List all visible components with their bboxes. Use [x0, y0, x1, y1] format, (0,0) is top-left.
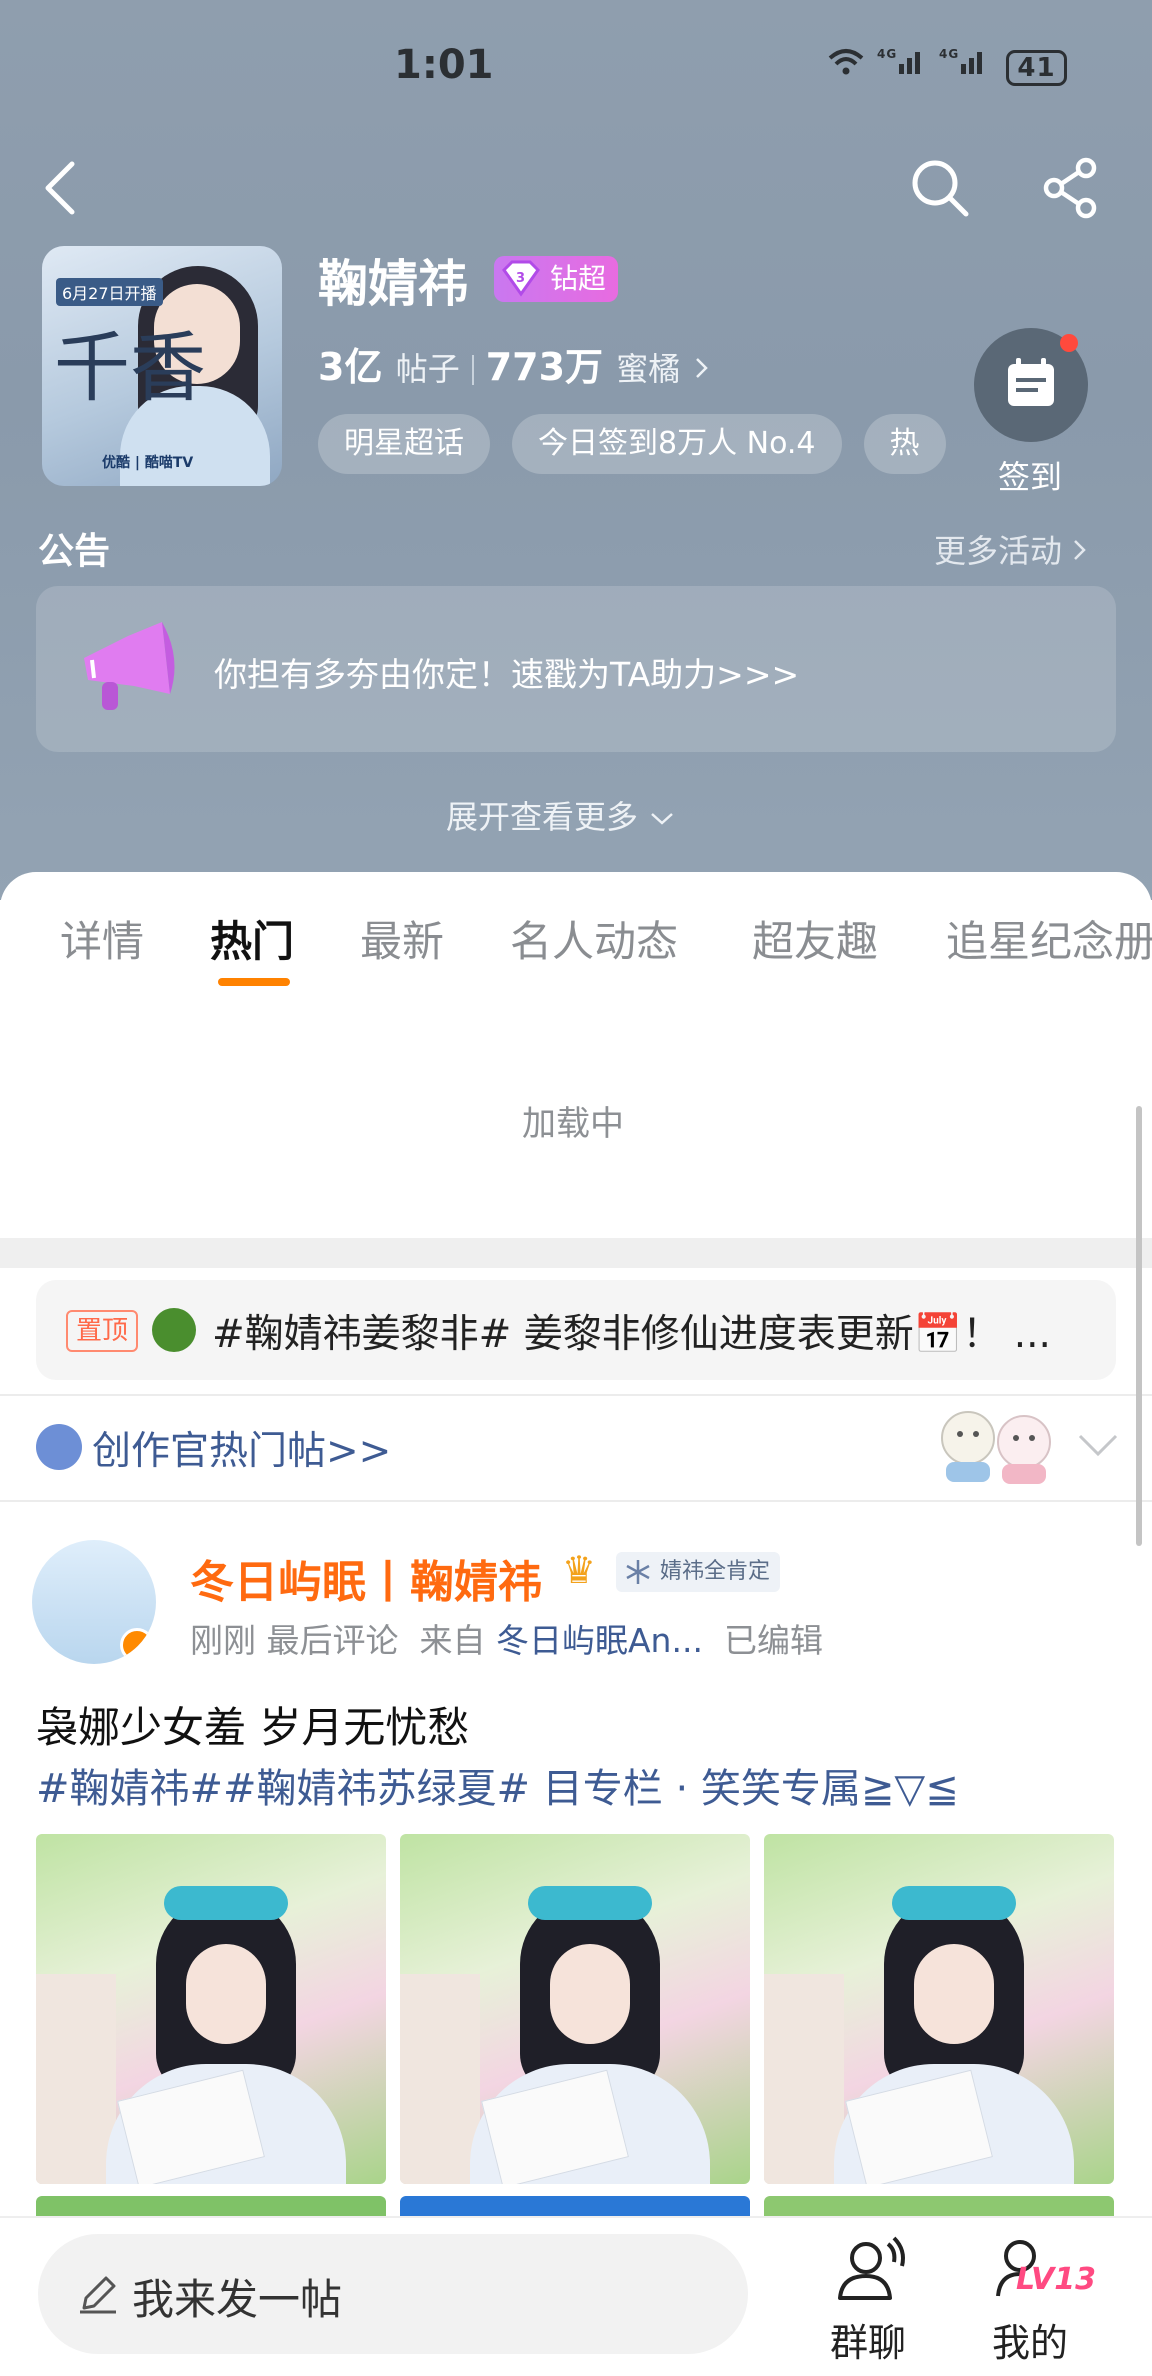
scrollbar[interactable] [1136, 1106, 1142, 1546]
post-author[interactable]: 冬日屿眠丨鞠婧祎 [190, 1546, 542, 1610]
notification-dot [1060, 334, 1078, 352]
search-button[interactable] [908, 156, 972, 224]
divider [0, 1394, 1152, 1396]
notice-title: 公告 [38, 531, 111, 572]
collapse-button[interactable] [1076, 1430, 1120, 1464]
post-title[interactable]: 袅娜少女羞 岁月无忧愁 [36, 1694, 469, 1755]
svg-text:4G: 4G [877, 47, 897, 61]
divider [0, 1500, 1152, 1502]
loading-text: 加载中 [522, 1104, 624, 1144]
tab-bar: 详情 热门 最新 名人动态 超友趣 追星纪念册 [0, 908, 1152, 968]
compose-placeholder: 我来发一帖 [132, 2275, 343, 2324]
post-image[interactable] [400, 1834, 750, 2184]
post-time: 刚刚 [190, 1621, 256, 1660]
verified-icon [120, 1628, 154, 1662]
expand-more-button[interactable]: 展开查看更多 [446, 792, 676, 838]
pinned-text: #鞠婧祎姜黎非# 姜黎非修仙进度表更新📅！ ... [212, 1312, 1051, 1357]
tag-star-topic[interactable]: 明星超话 [318, 414, 490, 474]
more-activities-link[interactable]: 更多活动 [934, 526, 1088, 572]
pencil-icon [76, 2272, 120, 2320]
tab-details[interactable]: 详情 [60, 908, 144, 968]
crown-icon: ♛ [562, 1548, 597, 1592]
svg-text:4G: 4G [939, 47, 959, 61]
group-chat-label[interactable]: 群聊 [830, 2312, 906, 2367]
post-image[interactable] [764, 1834, 1114, 2184]
tab-latest[interactable]: 最新 [360, 908, 444, 968]
pinned-badge: 置顶 [66, 1310, 139, 1352]
status-time: 1:01 [394, 42, 494, 88]
tag-row: 明星超话 今日签到8万人 No.4 热 [318, 414, 946, 474]
edited-label: 已编辑 [723, 1621, 823, 1660]
signal-icon-2: 4G [939, 47, 982, 74]
search-icon [912, 160, 969, 217]
post-image[interactable] [764, 2196, 1114, 2216]
tab-super-fun[interactable]: 超友趣 [752, 908, 878, 968]
from-label: 来自 [419, 1621, 486, 1660]
avatar[interactable] [32, 1540, 156, 1664]
fans-count: 773万 [485, 345, 604, 389]
mine-label[interactable]: 我的 [992, 2312, 1068, 2367]
chevron-down-icon [651, 813, 674, 825]
supertopic-cover-image[interactable]: 6月27日开播 千香 优酷 | 酷喵TV [42, 246, 282, 486]
chevron-left-icon [45, 161, 75, 215]
bear-sticker-icon [928, 1398, 1068, 1488]
fan-title-label: 婧祎全肯定 [660, 1559, 771, 1584]
diamond-badge[interactable]: 3 钻超 [494, 256, 619, 302]
expand-label: 展开查看更多 [446, 798, 639, 836]
chevron-right-icon [695, 358, 708, 378]
notice-text: 你担有多夯由你定！速戳为TA助力>>> [214, 655, 800, 694]
status-icons: 4G 4G 41 [826, 46, 1067, 86]
cover-calligraphy: 千香 [54, 323, 206, 412]
more-activities-label: 更多活动 [934, 532, 1063, 570]
share-icon [1043, 157, 1097, 219]
group-chat-icon[interactable] [830, 2232, 910, 2316]
last-comment-label: 最后评论 [266, 1621, 399, 1660]
checkin-label: 签到 [998, 458, 1063, 496]
fan-title-tag[interactable]: 婧祎全肯定 [616, 1552, 781, 1592]
tab-hot[interactable]: 热门 [210, 908, 294, 968]
active-tab-indicator [218, 978, 290, 986]
share-button[interactable] [1040, 156, 1104, 224]
post-image[interactable] [400, 2196, 750, 2216]
post-image[interactable] [36, 1834, 386, 2184]
level-badge: LV13 [1016, 2262, 1096, 2297]
back-button[interactable] [40, 160, 80, 220]
post-source[interactable]: 冬日屿眠An... [496, 1621, 703, 1660]
tag-checkin-rank[interactable]: 今日签到8万人 No.4 [512, 414, 842, 474]
post-hashtags[interactable]: #鞠婧祎##鞠婧祎苏绿夏# 目专栏 · 笑笑专属≧▽≦ [36, 1756, 959, 1814]
diamond-icon: 3 [502, 260, 540, 297]
section-divider [0, 1238, 1152, 1268]
supertopic-title: 鞠婧祎 [318, 255, 468, 313]
chevron-down-icon [1078, 1434, 1118, 1457]
cover-brand-text: 优酷 | 酷喵TV [102, 455, 194, 471]
tree-icon [152, 1308, 196, 1352]
post-image[interactable] [36, 2196, 386, 2216]
tab-celebrity-updates[interactable]: 名人动态 [510, 908, 678, 968]
creator-badge-icon [36, 1424, 82, 1470]
chevron-right-icon [1074, 540, 1086, 560]
badge-label: 钻超 [550, 262, 607, 295]
creator-hot-posts-link[interactable]: 创作官热门帖>> [92, 1420, 391, 1476]
tag-hot[interactable]: 热 [863, 414, 946, 474]
signal-icon: 4G [877, 47, 921, 74]
cover-date-text: 6月27日开播 [56, 278, 163, 306]
posts-count: 3亿 [318, 345, 383, 389]
post-meta: 刚刚 最后评论 来自 冬日屿眠An... 已编辑 [190, 1614, 823, 1662]
svg-text:3: 3 [516, 271, 525, 286]
posts-label: 帖子 [395, 350, 460, 388]
megaphone-icon [70, 608, 190, 732]
tab-memorial-album[interactable]: 追星纪念册 [946, 908, 1152, 968]
stats-row[interactable]: 3亿 帖子 773万 蜜橘 [318, 336, 710, 391]
snowflake-icon [626, 1560, 650, 1584]
battery-indicator: 41 [1006, 50, 1067, 86]
wifi-icon [828, 49, 864, 75]
fans-label: 蜜橘 [616, 350, 681, 388]
